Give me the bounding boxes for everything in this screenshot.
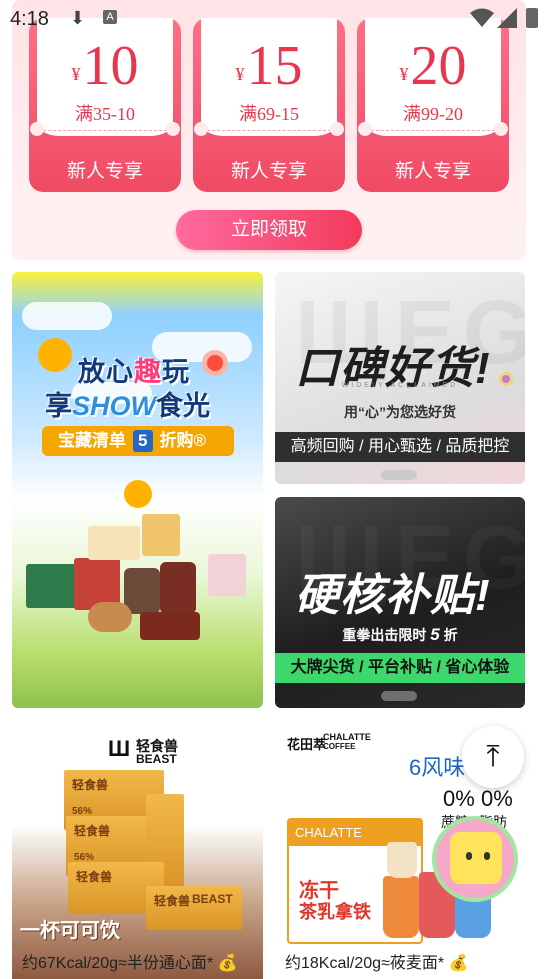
carousel-indicator <box>381 470 417 480</box>
promo-discount-pill: 宝藏清单 5 折购® <box>42 426 234 456</box>
sparkle-icon <box>499 372 513 386</box>
product-caption: 约18Kcal/20g≈莜麦面* 💰 <box>285 955 469 972</box>
coupon-amount: ¥20 <box>399 35 467 97</box>
sun-icon <box>38 338 72 372</box>
sun-icon <box>124 480 152 508</box>
coupon-divider <box>43 130 167 131</box>
status-bar: 4:18 ⬇ A <box>0 0 550 40</box>
product-cup <box>383 876 419 938</box>
status-time: 4:18 <box>10 8 49 30</box>
claim-coupons-button[interactable]: 立即领取 <box>176 210 362 250</box>
brand-name-en: BEAST <box>136 752 177 766</box>
brand-name-en: CHALATTE <box>323 732 371 742</box>
promo-tagline: WIDELY ACCLAIMED <box>341 382 459 389</box>
brand-name: 花田萃 <box>287 737 327 752</box>
assistant-avatar[interactable] <box>432 816 518 902</box>
coupon-card[interactable]: ¥15 满69-15 新人专享 <box>193 18 345 192</box>
keyboard-icon: A <box>103 10 117 24</box>
promo-headline: 硬核补贴! <box>295 571 491 620</box>
promo-band: 高频回购 / 用心甄选 / 品质把控 <box>275 432 525 462</box>
coupon-label: 新人专享 <box>66 161 143 182</box>
promo-title-line2: 享SHOW食光 <box>45 391 210 421</box>
product-box <box>88 526 140 560</box>
product-flavor-count: 6风味 <box>409 755 466 780</box>
product-box <box>142 514 180 556</box>
pastry-snack <box>88 602 132 632</box>
flower-icon <box>202 350 228 376</box>
coupon-condition: 满69-15 <box>239 104 299 124</box>
coupon-divider <box>371 130 495 131</box>
promo-banner-subsidy[interactable]: ЩEGO 硬核补贴! 重拳出击限时 5 折 大牌尖货 / 平台补贴 / 省心体验 <box>275 497 525 708</box>
jerky-snack <box>140 612 200 640</box>
coupon-amount: ¥15 <box>235 35 303 97</box>
promo-banner-acclaimed[interactable]: ЩEGO 口碑好货! WIDELY ACCLAIMED 用“心”为您选好货 高频… <box>275 272 525 484</box>
coupon-card[interactable]: ¥20 满99-20 新人专享 <box>357 18 509 192</box>
coupon-divider <box>207 130 331 131</box>
promo-subtitle: 用“心”为您选好货 <box>344 404 456 420</box>
arrow-up-icon: ⤒ <box>486 740 500 773</box>
battery-icon <box>526 8 538 28</box>
coupon-label: 新人专享 <box>230 161 307 182</box>
brand-name-en2: COFFEE <box>323 742 356 751</box>
back-to-top-button[interactable]: ⤒ <box>462 726 524 788</box>
bag-icon: 💰 <box>217 955 238 972</box>
bag-icon: 💰 <box>448 955 469 972</box>
promo-subtitle: 重拳出击限时 5 折 <box>342 625 458 644</box>
mascot-icon <box>450 832 502 884</box>
signal-icon <box>497 8 517 28</box>
product-card[interactable]: Ш 轻食兽 BEAST 轻食兽 56% 轻食兽 56% 轻食兽 轻食兽 BEAST 一… <box>12 722 263 979</box>
carousel-indicator <box>381 691 417 701</box>
coupon-amount: ¥10 <box>71 35 139 97</box>
coupon-label: 新人专享 <box>394 161 471 182</box>
coupon-card[interactable]: ¥10 满35-10 新人专享 <box>29 18 181 192</box>
product-jar <box>160 562 196 614</box>
coupon-condition: 满35-10 <box>75 104 135 124</box>
download-icon: ⬇ <box>70 8 86 28</box>
product-jar <box>124 568 160 614</box>
coupon-condition: 满99-20 <box>403 104 463 124</box>
product-box: 轻食兽 BEAST <box>146 886 242 930</box>
product-box <box>208 554 246 596</box>
wifi-icon <box>470 8 494 27</box>
product-caption: 约67Kcal/20g≈半份通心面* 💰 <box>22 955 238 972</box>
zero-fat: 0% <box>481 786 513 811</box>
brand-logo-icon: Ш <box>108 736 131 761</box>
product-box <box>26 564 78 608</box>
promo-banner-food[interactable] <box>12 272 263 708</box>
product-cup <box>387 842 417 878</box>
product-slogan: 一杯可可饮 <box>20 920 120 942</box>
promo-band: 大牌尖货 / 平台补贴 / 省心体验 <box>275 653 525 683</box>
zero-sugar: 0% <box>443 786 475 811</box>
